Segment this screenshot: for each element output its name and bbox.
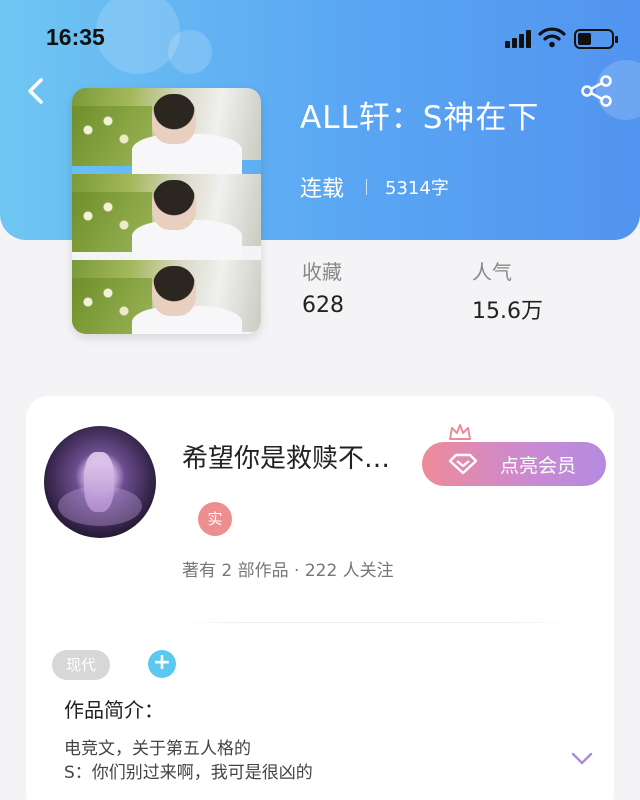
stat-value: 628 xyxy=(302,293,344,318)
serial-status: 连载 xyxy=(300,177,345,202)
vip-button-label: 点亮会员 xyxy=(500,454,577,477)
stat-value: 15.6万 xyxy=(472,299,543,324)
tag-modern[interactable]: 现代 xyxy=(52,650,111,680)
back-button[interactable] xyxy=(22,76,52,106)
intro-title: 作品简介： xyxy=(64,698,164,722)
battery-icon xyxy=(574,29,618,49)
share-button[interactable] xyxy=(580,74,614,108)
divider xyxy=(176,622,576,623)
status-bar: 16:35 xyxy=(0,0,640,76)
wifi-icon xyxy=(538,27,566,48)
author-name[interactable]: 希望你是救赎不… xyxy=(182,438,390,475)
author-card: 希望你是救赎不… 实 著有 2 部作品 · 222 人关注 点亮会员 现代 + … xyxy=(26,396,614,800)
crown-icon xyxy=(449,424,471,440)
chevron-down-icon[interactable] xyxy=(571,752,593,766)
stat-popularity: 人气 15.6万 xyxy=(472,256,543,325)
author-avatar[interactable] xyxy=(44,426,156,538)
book-cover[interactable] xyxy=(72,88,261,334)
signal-icon xyxy=(505,30,531,48)
divider xyxy=(366,179,368,195)
book-title: ALL轩：S神在下 xyxy=(300,100,540,136)
word-count: 5314字 xyxy=(385,178,449,199)
intro-line: 电竞文，关于第五人格的 xyxy=(64,739,251,759)
author-meta: 著有 2 部作品 · 222 人关注 xyxy=(182,561,394,581)
verified-badge: 实 xyxy=(198,502,232,536)
book-status-row: 连载 5314字 xyxy=(300,172,449,202)
status-time: 16:35 xyxy=(46,24,105,50)
vip-button[interactable]: 点亮会员 xyxy=(422,442,606,486)
diamond-icon xyxy=(448,453,478,475)
stat-favorites: 收藏 628 xyxy=(302,256,344,318)
add-tag-button[interactable]: + xyxy=(148,650,176,678)
stat-label: 收藏 xyxy=(302,260,342,284)
intro-line: S：你们别过来啊，我可是很凶的 xyxy=(64,763,313,783)
stat-label: 人气 xyxy=(472,260,512,284)
